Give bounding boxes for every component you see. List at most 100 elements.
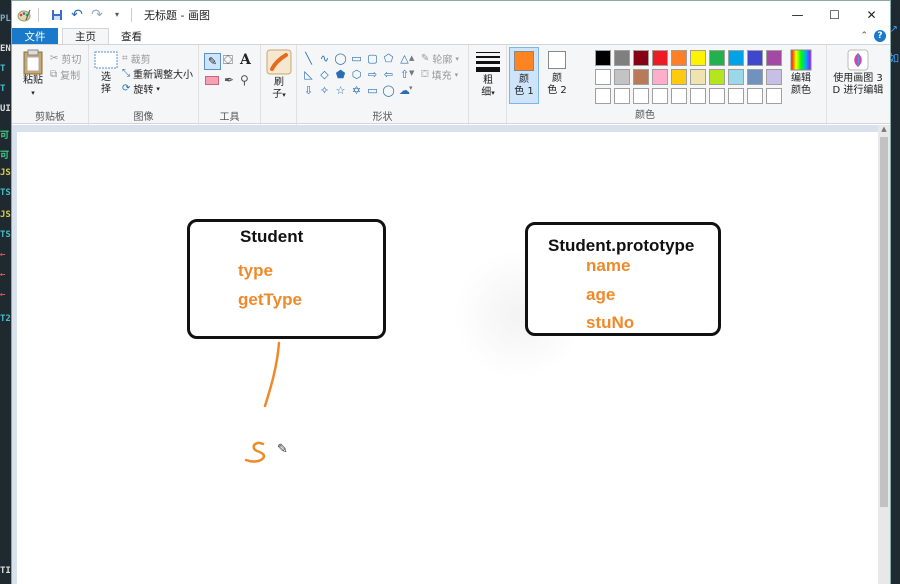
tools-group: ✎ ⛋ A ✒ ⚲ 工具 xyxy=(199,45,261,125)
collapse-ribbon-icon[interactable]: ⌃ xyxy=(860,31,868,41)
six-point-star-shape-icon[interactable]: ✡ xyxy=(349,83,364,98)
palette-swatch[interactable] xyxy=(709,50,725,66)
rotate-button[interactable]: ⟳ 旋转 ▾ xyxy=(122,81,160,96)
palette-swatch[interactable] xyxy=(671,50,687,66)
paint3d-label-1: 使用画图 3 xyxy=(833,73,883,84)
palette-swatch[interactable] xyxy=(747,69,763,85)
palette-swatch[interactable] xyxy=(728,88,744,104)
palette-swatch[interactable] xyxy=(766,69,782,85)
right-arrow-shape-icon[interactable]: ⇨ xyxy=(365,67,380,82)
palette-swatch[interactable] xyxy=(690,50,706,66)
left-arrow-shape-icon[interactable]: ⇦ xyxy=(381,67,396,82)
fill-button[interactable]: ⛋ 填充 ▾ xyxy=(421,67,458,82)
down-arrow-shape-icon[interactable]: ⇩ xyxy=(301,83,316,98)
color2-button[interactable]: 颜 色 2 xyxy=(542,47,572,97)
vertical-scrollbar[interactable]: ▲ xyxy=(878,125,890,584)
color-picker-icon[interactable]: ✒ xyxy=(224,73,234,87)
palette-swatch[interactable] xyxy=(652,69,668,85)
palette-swatch[interactable] xyxy=(633,69,649,85)
minimize-button[interactable]: — xyxy=(779,1,816,28)
tab-file[interactable]: 文件 xyxy=(12,28,58,44)
edit-colors-button[interactable]: 编辑 颜色 xyxy=(784,49,818,97)
palette-swatch[interactable] xyxy=(728,69,744,85)
redo-icon[interactable]: ↷ xyxy=(89,7,105,23)
size-button[interactable]: 粗 细▾ xyxy=(473,51,503,99)
palette-swatch[interactable] xyxy=(595,50,611,66)
palette-swatch[interactable] xyxy=(671,69,687,85)
rounded-rectangle-shape-icon[interactable]: ▢ xyxy=(365,51,380,66)
pencil-icon[interactable]: ✎ xyxy=(204,53,221,70)
curve-shape-icon[interactable]: ∿ xyxy=(317,51,332,66)
crop-label: 裁剪 xyxy=(130,55,151,66)
diamond-shape-icon[interactable]: ◇ xyxy=(317,67,332,82)
tab-home[interactable]: 主页 xyxy=(62,28,109,44)
resize-button[interactable]: ⤡ 重新调整大小 xyxy=(122,66,193,81)
select-icon xyxy=(94,51,118,69)
palette-swatch[interactable] xyxy=(671,88,687,104)
pentagon-shape-icon[interactable]: ⬟ xyxy=(333,67,348,82)
rectangle-shape-icon[interactable]: ▭ xyxy=(349,51,364,66)
paste-label: 粘贴 xyxy=(23,75,43,86)
palette-swatch[interactable] xyxy=(595,69,611,85)
palette-swatch[interactable] xyxy=(690,88,706,104)
clipboard-group: 粘贴 ▾ ✂ 剪切 ⧉ 复制 剪贴板 xyxy=(12,45,89,125)
palette-swatch[interactable] xyxy=(766,88,782,104)
hexagon-shape-icon[interactable]: ⬡ xyxy=(349,67,364,82)
save-icon[interactable] xyxy=(49,7,65,23)
customize-toolbar-icon[interactable]: ▾ xyxy=(109,7,125,23)
five-point-star-shape-icon[interactable]: ☆ xyxy=(333,83,348,98)
palette-swatch[interactable] xyxy=(728,50,744,66)
polygon-shape-icon[interactable]: ⬠ xyxy=(381,51,396,66)
brushes-label-2: 子 xyxy=(272,89,283,100)
drawing-canvas[interactable]: Student type getType Student.prototype n… xyxy=(17,132,878,584)
palette-swatch[interactable] xyxy=(614,69,630,85)
shape-gallery[interactable]: ╲ ∿ ◯ ▭ ▢ ⬠ △ ◺ ◇ ⬟ ⬡ ⇨ ⇦ ⇧ ⇩ ✧ ☆ ✡ ▭ ◯ xyxy=(301,51,412,98)
close-button[interactable]: ✕ xyxy=(853,1,890,28)
line-shape-icon[interactable]: ╲ xyxy=(301,51,316,66)
palette-swatch[interactable] xyxy=(595,88,611,104)
undo-icon[interactable]: ↶ xyxy=(69,7,85,23)
right-triangle-shape-icon[interactable]: ◺ xyxy=(301,67,316,82)
palette-swatch[interactable] xyxy=(633,88,649,104)
palette-swatch[interactable] xyxy=(747,50,763,66)
tab-view[interactable]: 查看 xyxy=(109,28,154,44)
palette-swatch[interactable] xyxy=(747,88,763,104)
edit-colors-label-2: 颜色 xyxy=(791,85,811,96)
crop-button[interactable]: ⌗ 裁剪 xyxy=(122,51,151,66)
palette-swatch[interactable] xyxy=(709,69,725,85)
shapes-scroll-icon[interactable]: ▲ ▼ ▾ xyxy=(409,51,414,96)
callout-oval-shape-icon[interactable]: ◯ xyxy=(381,83,396,98)
four-point-star-shape-icon[interactable]: ✧ xyxy=(317,83,332,98)
outline-button[interactable]: ✎ 轮廓 ▾ xyxy=(421,51,459,66)
text-icon[interactable]: A xyxy=(240,52,251,68)
eraser-icon[interactable] xyxy=(205,76,219,85)
size-label-1: 粗 xyxy=(483,75,493,86)
clipboard-group-label: 剪贴板 xyxy=(35,112,65,123)
color2-label-2: 色 2 xyxy=(547,85,567,96)
brushes-button[interactable]: 刷 子▾ xyxy=(264,49,294,101)
copy-button[interactable]: ⧉ 复制 xyxy=(50,67,80,82)
palette-swatch[interactable] xyxy=(690,69,706,85)
select-button[interactable]: 选 择 xyxy=(93,51,119,96)
scrollbar-thumb[interactable] xyxy=(880,137,888,507)
callout-rect-shape-icon[interactable]: ▭ xyxy=(365,83,380,98)
palette-swatch[interactable] xyxy=(709,88,725,104)
palette-swatch[interactable] xyxy=(614,88,630,104)
maximize-button[interactable]: ☐ xyxy=(816,1,853,28)
magnifier-icon[interactable]: ⚲ xyxy=(240,73,249,87)
palette-swatch[interactable] xyxy=(652,50,668,66)
fill-bucket-icon[interactable]: ⛋ xyxy=(223,53,233,68)
palette-swatch[interactable] xyxy=(614,50,630,66)
color1-button[interactable]: 颜 色 1 xyxy=(509,47,539,104)
paste-button[interactable]: 粘贴 ▾ xyxy=(18,49,48,99)
oval-shape-icon[interactable]: ◯ xyxy=(333,51,348,66)
palette-swatch[interactable] xyxy=(766,50,782,66)
student-prop-type: type xyxy=(238,261,273,280)
paint3d-icon xyxy=(847,49,869,71)
palette-swatch[interactable] xyxy=(652,88,668,104)
edit-with-paint3d-button[interactable]: 使用画图 3 D 进行编辑 xyxy=(829,49,887,97)
palette-swatch[interactable] xyxy=(633,50,649,66)
cut-button[interactable]: ✂ 剪切 xyxy=(50,51,81,66)
color-palette[interactable] xyxy=(595,50,783,105)
help-icon[interactable]: ? xyxy=(874,30,886,42)
